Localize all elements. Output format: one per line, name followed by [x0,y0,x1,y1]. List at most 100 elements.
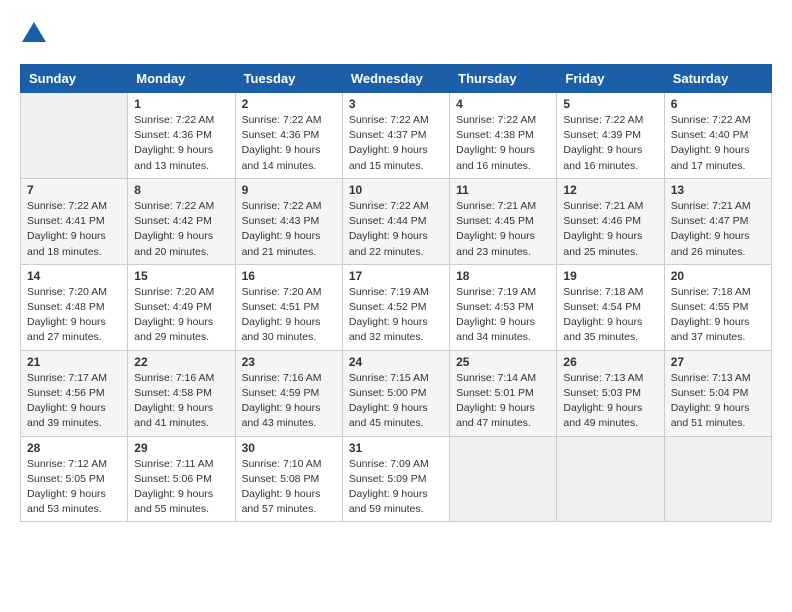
day-info: Sunrise: 7:21 AMSunset: 4:45 PMDaylight:… [456,199,550,260]
day-number: 19 [563,269,657,283]
day-number: 21 [27,355,121,369]
day-number: 28 [27,441,121,455]
calendar-cell: 30Sunrise: 7:10 AMSunset: 5:08 PMDayligh… [235,436,342,522]
day-number: 31 [349,441,443,455]
day-info: Sunrise: 7:22 AMSunset: 4:36 PMDaylight:… [242,113,336,174]
week-row-3: 14 Sunrise: 7:20 AMSunset: 4:48 PMDayligh… [21,264,772,350]
day-number: 4 [456,97,550,111]
day-number: 27 [671,355,765,369]
calendar-header-monday: Monday [128,65,235,93]
day-number: 11 [456,183,550,197]
day-info: Sunrise: 7:22 AMSunset: 4:44 PMDaylight:… [349,199,443,260]
day-number: 8 [134,183,228,197]
calendar-cell: 21 Sunrise: 7:17 AMSunset: 4:56 PMDayligh… [21,350,128,436]
day-info: Sunrise: 7:22 AMSunset: 4:40 PMDaylight:… [671,113,765,174]
calendar-cell: 15Sunrise: 7:20 AMSunset: 4:49 PMDayligh… [128,264,235,350]
day-info: Sunrise: 7:20 AMSunset: 4:48 PMDaylight:… [27,285,121,346]
day-number: 14 [27,269,121,283]
day-number: 30 [242,441,336,455]
calendar-cell: 2 Sunrise: 7:22 AMSunset: 4:36 PMDaylight… [235,93,342,179]
week-row-2: 7Sunrise: 7:22 AMSunset: 4:41 PMDaylight… [21,178,772,264]
week-row-1: 1 Sunrise: 7:22 AMSunset: 4:36 PMDaylight… [21,93,772,179]
calendar-cell: 17 Sunrise: 7:19 AMSunset: 4:52 PMDayligh… [342,264,449,350]
day-number: 5 [563,97,657,111]
calendar-cell: 22 Sunrise: 7:16 AMSunset: 4:58 PMDayligh… [128,350,235,436]
header [20,20,772,48]
calendar-cell: 29 Sunrise: 7:11 AMSunset: 5:06 PMDayligh… [128,436,235,522]
calendar-cell: 5 Sunrise: 7:22 AMSunset: 4:39 PMDaylight… [557,93,664,179]
day-info: Sunrise: 7:22 AMSunset: 4:41 PMDaylight:… [27,199,121,260]
day-info: Sunrise: 7:22 AMSunset: 4:37 PMDaylight:… [349,113,443,174]
calendar-cell [21,93,128,179]
day-number: 9 [242,183,336,197]
calendar-cell: 27 Sunrise: 7:13 AMSunset: 5:04 PMDayligh… [664,350,771,436]
day-number: 26 [563,355,657,369]
day-number: 6 [671,97,765,111]
day-info: Sunrise: 7:22 AMSunset: 4:39 PMDaylight:… [563,113,657,174]
day-info: Sunrise: 7:18 AMSunset: 4:55 PMDaylight:… [671,285,765,346]
calendar-header-sunday: Sunday [21,65,128,93]
day-number: 1 [134,97,228,111]
logo-icon [20,20,48,48]
day-info: Sunrise: 7:22 AMSunset: 4:38 PMDaylight:… [456,113,550,174]
calendar-cell: 24 Sunrise: 7:15 AMSunset: 5:00 PMDayligh… [342,350,449,436]
day-number: 29 [134,441,228,455]
day-info: Sunrise: 7:19 AMSunset: 4:53 PMDaylight:… [456,285,550,346]
day-info: Sunrise: 7:22 AMSunset: 4:36 PMDaylight:… [134,113,228,174]
calendar-header-friday: Friday [557,65,664,93]
calendar-cell: 8Sunrise: 7:22 AMSunset: 4:42 PMDaylight… [128,178,235,264]
calendar-cell: 1 Sunrise: 7:22 AMSunset: 4:36 PMDaylight… [128,93,235,179]
calendar-header-wednesday: Wednesday [342,65,449,93]
day-info: Sunrise: 7:13 AMSunset: 5:04 PMDaylight:… [671,371,765,432]
calendar-cell: 13Sunrise: 7:21 AMSunset: 4:47 PMDayligh… [664,178,771,264]
calendar-cell: 11 Sunrise: 7:21 AMSunset: 4:45 PMDayligh… [450,178,557,264]
day-number: 23 [242,355,336,369]
calendar-cell: 14 Sunrise: 7:20 AMSunset: 4:48 PMDayligh… [21,264,128,350]
calendar-cell: 20 Sunrise: 7:18 AMSunset: 4:55 PMDayligh… [664,264,771,350]
day-number: 22 [134,355,228,369]
day-info: Sunrise: 7:18 AMSunset: 4:54 PMDaylight:… [563,285,657,346]
calendar-cell: 26 Sunrise: 7:13 AMSunset: 5:03 PMDayligh… [557,350,664,436]
day-number: 15 [134,269,228,283]
day-number: 12 [563,183,657,197]
day-info: Sunrise: 7:13 AMSunset: 5:03 PMDaylight:… [563,371,657,432]
calendar-cell: 4 Sunrise: 7:22 AMSunset: 4:38 PMDaylight… [450,93,557,179]
logo [20,20,52,48]
day-info: Sunrise: 7:16 AMSunset: 4:58 PMDaylight:… [134,371,228,432]
day-info: Sunrise: 7:19 AMSunset: 4:52 PMDaylight:… [349,285,443,346]
calendar-cell: 31 Sunrise: 7:09 AMSunset: 5:09 PMDayligh… [342,436,449,522]
calendar-header-tuesday: Tuesday [235,65,342,93]
day-number: 3 [349,97,443,111]
calendar-cell: 28 Sunrise: 7:12 AMSunset: 5:05 PMDayligh… [21,436,128,522]
day-number: 25 [456,355,550,369]
calendar-cell: 3 Sunrise: 7:22 AMSunset: 4:37 PMDaylight… [342,93,449,179]
calendar-header-thursday: Thursday [450,65,557,93]
day-number: 2 [242,97,336,111]
day-number: 20 [671,269,765,283]
calendar-cell: 23Sunrise: 7:16 AMSunset: 4:59 PMDayligh… [235,350,342,436]
day-info: Sunrise: 7:15 AMSunset: 5:00 PMDaylight:… [349,371,443,432]
day-number: 17 [349,269,443,283]
day-info: Sunrise: 7:14 AMSunset: 5:01 PMDaylight:… [456,371,550,432]
calendar-cell: 6 Sunrise: 7:22 AMSunset: 4:40 PMDaylight… [664,93,771,179]
calendar-cell: 18 Sunrise: 7:19 AMSunset: 4:53 PMDayligh… [450,264,557,350]
calendar-cell: 25 Sunrise: 7:14 AMSunset: 5:01 PMDayligh… [450,350,557,436]
day-info: Sunrise: 7:12 AMSunset: 5:05 PMDaylight:… [27,457,121,518]
day-number: 18 [456,269,550,283]
calendar-cell [450,436,557,522]
day-info: Sunrise: 7:09 AMSunset: 5:09 PMDaylight:… [349,457,443,518]
day-info: Sunrise: 7:11 AMSunset: 5:06 PMDaylight:… [134,457,228,518]
calendar-cell: 16Sunrise: 7:20 AMSunset: 4:51 PMDayligh… [235,264,342,350]
calendar-cell: 19 Sunrise: 7:18 AMSunset: 4:54 PMDayligh… [557,264,664,350]
calendar-header-row: SundayMondayTuesdayWednesdayThursdayFrid… [21,65,772,93]
calendar-cell: 10Sunrise: 7:22 AMSunset: 4:44 PMDayligh… [342,178,449,264]
day-info: Sunrise: 7:20 AMSunset: 4:51 PMDaylight:… [242,285,336,346]
calendar-cell: 12 Sunrise: 7:21 AMSunset: 4:46 PMDayligh… [557,178,664,264]
calendar-header-saturday: Saturday [664,65,771,93]
calendar-cell: 9Sunrise: 7:22 AMSunset: 4:43 PMDaylight… [235,178,342,264]
calendar-cell [557,436,664,522]
day-info: Sunrise: 7:21 AMSunset: 4:47 PMDaylight:… [671,199,765,260]
day-info: Sunrise: 7:17 AMSunset: 4:56 PMDaylight:… [27,371,121,432]
day-number: 24 [349,355,443,369]
day-info: Sunrise: 7:21 AMSunset: 4:46 PMDaylight:… [563,199,657,260]
